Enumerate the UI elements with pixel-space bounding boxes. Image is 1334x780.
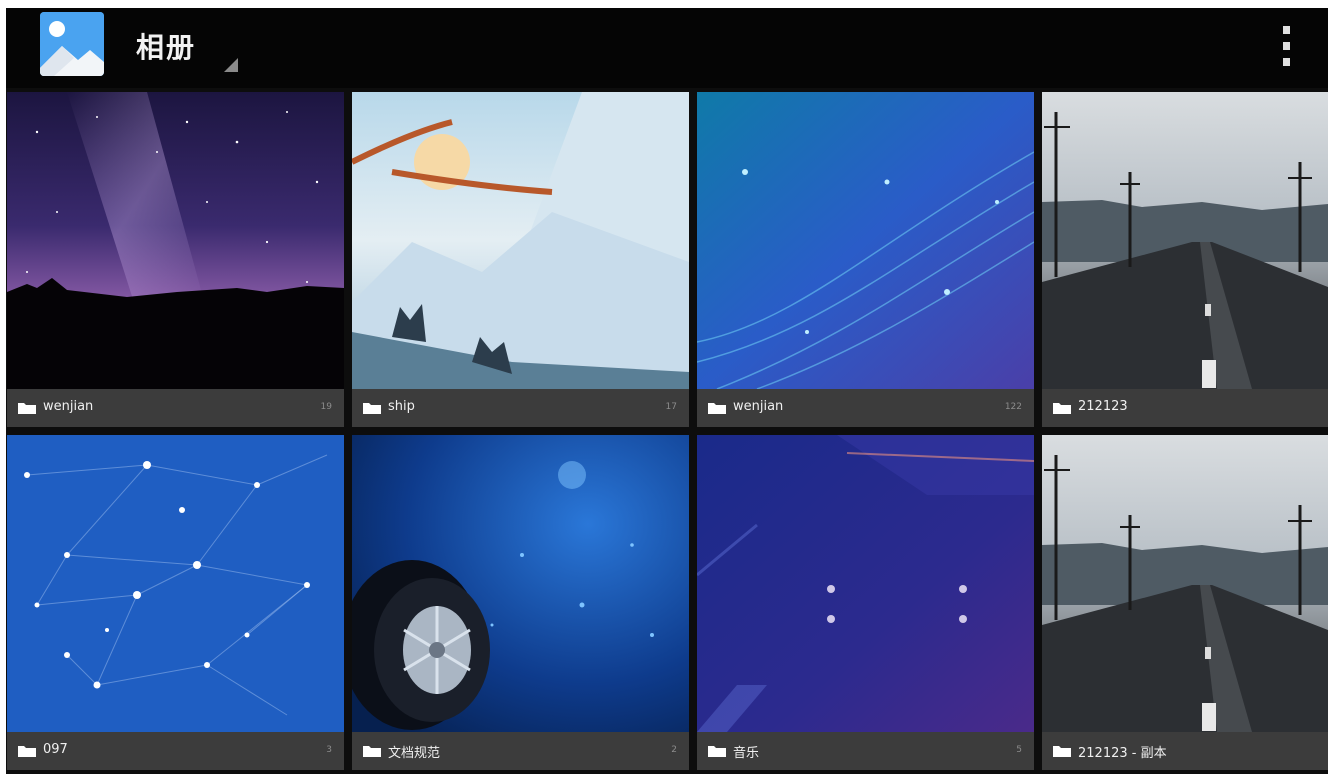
action-bar: 相册: [6, 8, 1328, 88]
album-thumbnail: [352, 92, 689, 389]
folder-icon: [363, 403, 381, 414]
album-tile[interactable]: wenjian 19: [7, 92, 344, 427]
album-label-bar: 097 3: [7, 732, 344, 770]
folder-icon: [708, 403, 726, 414]
album-thumbnail: [697, 92, 1034, 389]
album-thumbnail: [697, 435, 1034, 732]
album-tile[interactable]: 097 3: [7, 435, 344, 770]
folder-icon: [708, 746, 726, 757]
album-count: 3: [326, 745, 332, 755]
folder-icon: [363, 746, 381, 757]
album-tile[interactable]: 212123 - 副本: [1042, 435, 1328, 770]
album-name: 文档规范: [388, 746, 441, 761]
album-name: wenjian: [733, 399, 784, 414]
album-label-bar: 212123: [1042, 389, 1328, 427]
folder-icon: [1053, 746, 1071, 757]
album-thumbnail: [7, 435, 344, 732]
album-name: wenjian: [43, 399, 94, 414]
album-thumbnail: [352, 435, 689, 732]
gallery-icon[interactable]: [40, 12, 104, 76]
album-label-bar: 音乐 5: [697, 732, 1034, 770]
album-count: 19: [320, 402, 332, 412]
album-thumbnail: [1042, 92, 1328, 389]
album-tile[interactable]: wenjian 122: [697, 92, 1034, 427]
album-name: 097: [43, 742, 68, 757]
folder-icon: [18, 403, 36, 414]
album-tile[interactable]: 文档规范 2: [352, 435, 689, 770]
gallery-screen: 相册 wenjian 19 ship 17 wenjian 122 212123…: [6, 8, 1328, 774]
album-count: 17: [665, 402, 677, 412]
album-thumbnail: [7, 92, 344, 389]
album-label-bar: 文档规范 2: [352, 732, 689, 770]
album-tile[interactable]: 212123: [1042, 92, 1328, 427]
album-label-bar: 212123 - 副本: [1042, 732, 1328, 770]
album-label-bar: wenjian 19: [7, 389, 344, 427]
app-title[interactable]: 相册: [136, 26, 196, 66]
album-label-bar: ship 17: [352, 389, 689, 427]
album-count: 5: [1016, 745, 1022, 755]
album-name: ship: [388, 399, 415, 414]
album-count: 2: [671, 745, 677, 755]
overflow-menu-icon[interactable]: [1274, 26, 1298, 66]
album-name: 212123 - 副本: [1078, 746, 1167, 761]
dropdown-indicator-icon[interactable]: [224, 58, 238, 72]
album-tile[interactable]: ship 17: [352, 92, 689, 427]
album-tile[interactable]: 音乐 5: [697, 435, 1034, 770]
album-thumbnail: [1042, 435, 1328, 732]
album-label-bar: wenjian 122: [697, 389, 1034, 427]
folder-icon: [1053, 403, 1071, 414]
folder-icon: [18, 746, 36, 757]
album-name: 音乐: [733, 746, 760, 761]
album-count: 122: [1004, 402, 1022, 412]
album-name: 212123: [1078, 399, 1128, 414]
